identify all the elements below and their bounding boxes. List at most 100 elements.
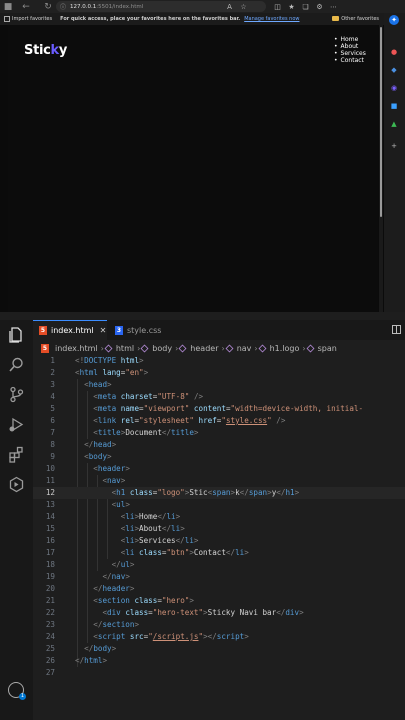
breadcrumb-item[interactable]: header [190, 344, 218, 353]
tab-index-html[interactable]: 5 index.html ✕ [33, 320, 107, 340]
tab-label: index.html [51, 326, 94, 335]
toolbar-icons: A ☆ ◫ ★ ❏ ⚙ ⋯ [225, 0, 338, 13]
breadcrumb-item[interactable]: nav [237, 344, 252, 353]
code-line: 2 <html lang="en"> [50, 368, 149, 377]
shopping-icon[interactable]: ● [389, 47, 399, 57]
breadcrumb: 5 index.html › html › body › header › nav › h… [41, 341, 339, 355]
code-line: 4 <meta charset="UTF-8" /> [50, 392, 204, 401]
code-line: 24 <script src="/script.js"></script> [45, 632, 249, 641]
code-line: 8 </head> [50, 440, 117, 449]
breadcrumb-item[interactable]: body [152, 344, 172, 353]
activity-bar [0, 320, 33, 720]
code-line: 9 <body> [50, 452, 112, 461]
other-favorites-label: Other favorites [341, 16, 379, 22]
nav-item-services[interactable]: Services [334, 50, 366, 57]
browser-toolbar: ■ ← ↻ ⓘ 127.0.0.1 :5501/index.html A ☆ ◫… [0, 0, 405, 13]
edge-sidebar: ✦ ● ◆ ◉ ■ ▲ + [384, 13, 405, 312]
breadcrumb-item[interactable]: index.html [55, 344, 98, 353]
more-icon[interactable]: ⋯ [329, 3, 338, 11]
read-aloud-icon[interactable]: A [225, 3, 234, 11]
element-icon [178, 344, 187, 352]
code-line: 3 <head> [50, 380, 112, 389]
editor-tabs: 5 index.html ✕ 3 style.css [33, 320, 405, 340]
code-line: 11 <nav> [45, 476, 126, 485]
logo-accent: k [50, 43, 60, 58]
breadcrumb-item[interactable]: html [116, 344, 134, 353]
extensions-icon[interactable] [8, 446, 25, 463]
code-line: 27 [45, 668, 55, 677]
element-icon [104, 344, 113, 352]
extensions-icon[interactable]: ⚙ [315, 3, 324, 11]
forward-icon[interactable]: ← [20, 1, 32, 13]
split-screen-icon[interactable]: ◫ [273, 3, 282, 11]
code-line-current: 12 <h1 class="logo">Stic<span>k</span>y<… [33, 487, 405, 499]
code-line: 22 <div class="hero-text">Sticky Navi ba… [45, 608, 304, 617]
url-host: 127.0.0.1 [70, 3, 97, 10]
remote-explorer-icon[interactable] [8, 476, 25, 493]
info-icon[interactable]: ⓘ [60, 2, 66, 11]
browser-window: ■ ← ↻ ⓘ 127.0.0.1 :5501/index.html A ☆ ◫… [0, 0, 405, 312]
code-line: 26 </html> [45, 656, 108, 665]
code-line: 13 <ul> [45, 500, 130, 509]
scrollbar-thumb[interactable] [380, 27, 382, 217]
nav-item-home[interactable]: Home [334, 36, 366, 43]
favorites-icon[interactable]: ★ [287, 3, 296, 11]
favorites-bar: Import favorites For quick access, place… [0, 13, 385, 25]
account-badge: 1 [19, 693, 26, 700]
add-icon[interactable]: + [389, 141, 399, 151]
code-line: 20 </header> [45, 584, 135, 593]
code-line: 10 <header> [45, 464, 130, 473]
code-line: 15 <li>About</li> [45, 524, 185, 533]
element-icon [306, 344, 315, 352]
code-line: 5 <meta name="viewport" content="width=d… [50, 404, 364, 413]
back-icon[interactable]: ■ [2, 1, 14, 13]
import-icon [4, 16, 10, 22]
outlook-icon[interactable]: ▲ [389, 119, 399, 129]
import-favorites[interactable]: Import favorites [12, 16, 52, 22]
close-icon[interactable]: ✕ [100, 326, 107, 335]
site-logo[interactable]: Sticky [24, 43, 67, 58]
tab-label: style.css [127, 325, 162, 335]
code-line: 1 <!DOCTYPE html> [50, 356, 144, 365]
css3-icon: 3 [115, 325, 123, 335]
office-icon[interactable]: ■ [389, 101, 399, 111]
favorite-star-icon[interactable]: ☆ [239, 3, 248, 11]
tab-style-css[interactable]: 3 style.css [109, 320, 175, 340]
favorites-hint: For quick access, place your favorites h… [60, 16, 241, 22]
url-path: :5501/index.html [96, 3, 144, 10]
page-viewport: Sticky Home About Services Contact [8, 25, 378, 312]
code-line: 21 <section class="hero"> [45, 596, 194, 605]
games-icon[interactable]: ◉ [389, 83, 399, 93]
html5-icon: 5 [41, 343, 49, 353]
nav-item-contact[interactable]: Contact [334, 57, 366, 64]
code-line: 18 </ul> [45, 560, 135, 569]
tools-icon[interactable]: ◆ [389, 65, 399, 75]
html5-icon: 5 [39, 326, 47, 335]
breadcrumb-item[interactable]: span [318, 344, 337, 353]
element-icon [225, 344, 234, 352]
search-icon[interactable] [8, 356, 25, 373]
logo-part2: y [58, 43, 68, 58]
folder-icon [332, 16, 340, 21]
page-scrollbar[interactable] [379, 25, 383, 312]
collections-icon[interactable]: ❏ [301, 3, 310, 11]
split-editor-icon[interactable] [392, 325, 401, 334]
code-editor[interactable]: 1 <!DOCTYPE html> 2 <html lang="en"> 3 <he… [33, 355, 405, 685]
refresh-icon[interactable]: ↻ [42, 1, 54, 13]
code-line: 6 <link rel="stylesheet" href="style.css… [50, 416, 286, 425]
explorer-icon[interactable] [8, 326, 25, 343]
logo-part1: Stic [24, 43, 51, 58]
code-line: 17 <li class="btn">Contact</li> [45, 548, 249, 557]
source-control-icon[interactable] [8, 386, 25, 403]
code-line: 19 </nav> [45, 572, 130, 581]
code-line: 16 <li>Services</li> [45, 536, 199, 545]
nav-item-about[interactable]: About [334, 43, 366, 50]
copilot-icon[interactable]: ✦ [389, 15, 399, 25]
breadcrumb-item[interactable]: h1.logo [270, 344, 300, 353]
site-nav: Home About Services Contact [334, 36, 366, 64]
run-debug-icon[interactable] [8, 416, 25, 433]
manage-favorites-link[interactable]: Manage favorites now [244, 16, 299, 22]
code-line: 7 <title>Document</title> [50, 428, 199, 437]
other-favorites[interactable]: Other favorites [332, 16, 379, 22]
code-line: 25 </body> [45, 644, 117, 653]
